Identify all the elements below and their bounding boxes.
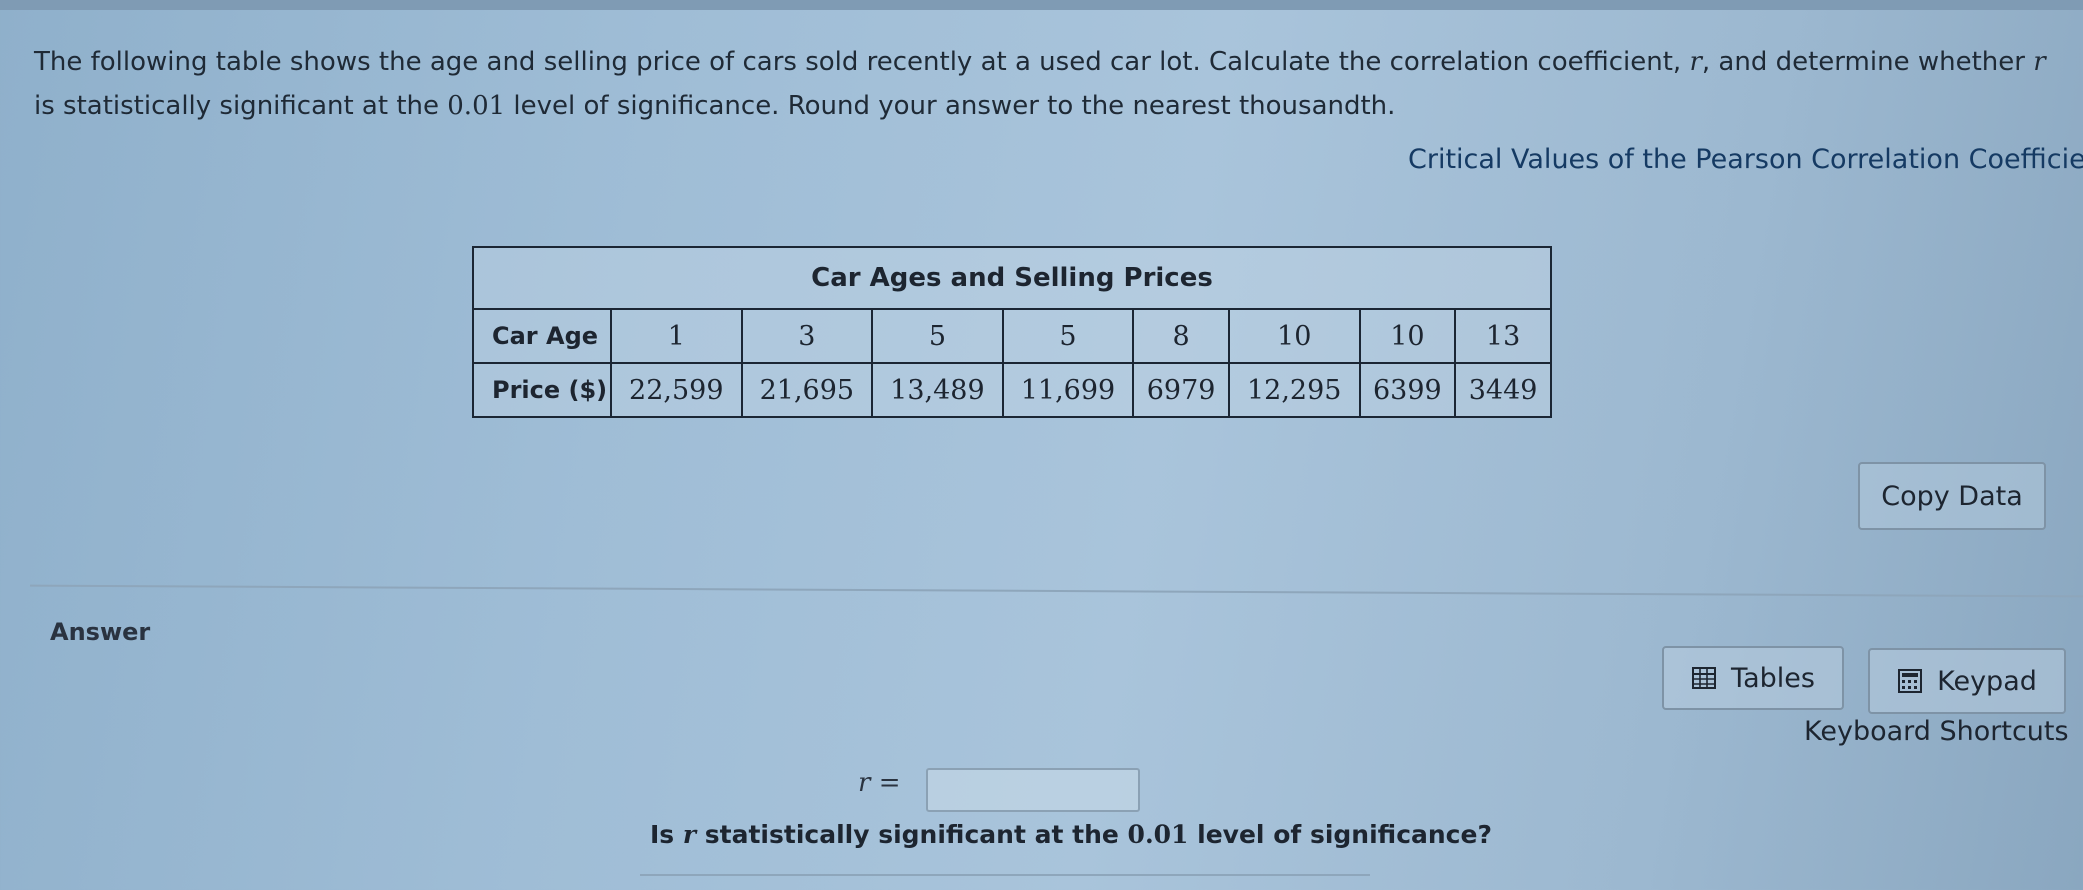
price-cell: 13,489 xyxy=(871,362,1004,418)
price-cell: 6399 xyxy=(1358,362,1457,418)
price-cell: 22,599 xyxy=(610,362,743,418)
age-cell: 13 xyxy=(1454,308,1552,364)
table-row: Price ($) 22,599 21,695 13,489 11,699 69… xyxy=(472,362,1552,418)
keypad-button-label: Keypad xyxy=(1937,665,2037,697)
age-cell: 10 xyxy=(1358,308,1457,364)
table-caption: Car Ages and Selling Prices xyxy=(472,246,1552,310)
section-divider xyxy=(30,584,2083,598)
copy-data-button[interactable]: Copy Data xyxy=(1858,462,2046,530)
car-data-table: Car Ages and Selling Prices Car Age 1 3 … xyxy=(472,246,1552,418)
r-equals-label: r = xyxy=(858,768,901,798)
significance-question: Is r statistically significant at the 0.… xyxy=(650,820,1492,849)
keyboard-shortcuts-link[interactable]: Keyboard Shortcuts xyxy=(1804,716,2069,747)
table-grid-icon xyxy=(1691,665,1717,691)
r-answer-input[interactable] xyxy=(926,768,1140,812)
price-cell: 12,295 xyxy=(1227,362,1361,418)
age-cell: 8 xyxy=(1132,308,1230,364)
tables-button-label: Tables xyxy=(1731,662,1815,694)
price-cell: 11,699 xyxy=(1001,362,1135,418)
price-cell: 6979 xyxy=(1132,362,1230,418)
keypad-button[interactable]: Keypad xyxy=(1868,648,2066,714)
tables-button[interactable]: Tables xyxy=(1662,646,1844,710)
question-text: The following table shows the age and se… xyxy=(34,47,2046,121)
age-cell: 5 xyxy=(1001,308,1135,364)
car-age-header: Car Age xyxy=(472,308,612,364)
critical-values-link[interactable]: Critical Values of the Pearson Correlati… xyxy=(1408,144,2083,175)
top-edge xyxy=(0,0,2083,10)
calculator-keypad-icon xyxy=(1897,668,1923,694)
price-header: Price ($) xyxy=(472,362,612,418)
price-cell: 3449 xyxy=(1454,362,1552,418)
price-cell: 21,695 xyxy=(740,362,874,418)
bottom-divider xyxy=(640,874,1370,876)
answer-label: Answer xyxy=(50,618,151,646)
table-row: Car Age 1 3 5 5 8 10 10 13 xyxy=(472,308,1552,364)
age-cell: 5 xyxy=(871,308,1004,364)
age-cell: 1 xyxy=(610,308,743,364)
age-cell: 3 xyxy=(740,308,874,364)
age-cell: 10 xyxy=(1227,308,1361,364)
